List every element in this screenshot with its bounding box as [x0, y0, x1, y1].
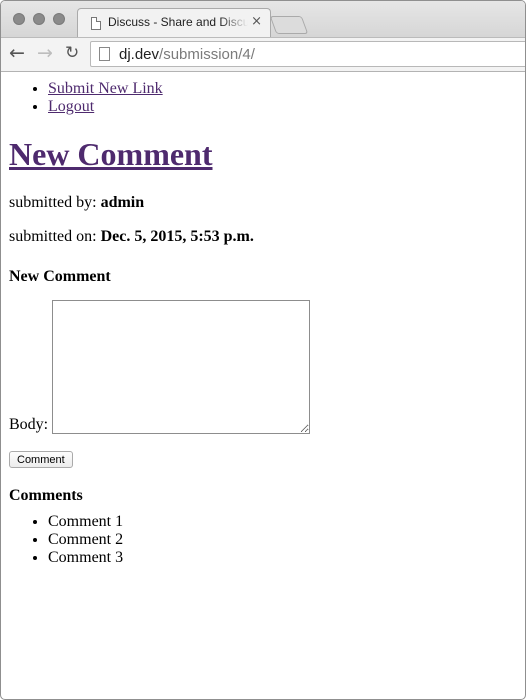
- page-content: Submit New Link Logout New Comment submi…: [1, 80, 525, 567]
- new-comment-heading: New Comment: [9, 268, 111, 285]
- submitted-on-value: Dec. 5, 2015, 5:53 p.m.: [100, 228, 254, 245]
- address-bar[interactable]: dj.dev/submission/4/: [90, 41, 525, 67]
- browser-toolbar: ← → ↻ dj.dev/submission/4/: [1, 37, 525, 72]
- body-label: Body:: [9, 416, 49, 433]
- submitted-by-value: admin: [100, 194, 145, 211]
- close-tab-icon[interactable]: ×: [251, 14, 262, 29]
- submit-new-link[interactable]: Submit New Link: [48, 80, 163, 97]
- body-field-row: Body:: [9, 300, 517, 434]
- close-window-button[interactable]: [13, 13, 25, 25]
- title-bar: Discuss - Share and Discuss ×: [1, 1, 525, 37]
- new-tab-button[interactable]: [269, 16, 309, 34]
- tab-title: Discuss - Share and Discuss: [108, 15, 248, 29]
- comment-item: Comment 3: [48, 549, 517, 567]
- comment-form: Body: Comment: [9, 300, 517, 468]
- url-host: dj.dev: [119, 46, 160, 63]
- page-title-link[interactable]: New Comment: [9, 136, 213, 172]
- browser-tab[interactable]: Discuss - Share and Discuss ×: [77, 8, 271, 37]
- submitted-on-label: submitted on:: [9, 228, 97, 245]
- page-icon: [99, 47, 110, 61]
- submitted-by-label: submitted by:: [9, 194, 97, 211]
- comment-button[interactable]: Comment: [9, 451, 73, 468]
- url-path: /submission/4/: [159, 46, 255, 63]
- zoom-window-button[interactable]: [53, 13, 65, 25]
- submitted-on: submitted on: Dec. 5, 2015, 5:53 p.m.: [9, 228, 517, 246]
- page-title: New Comment: [9, 136, 517, 173]
- body-textarea[interactable]: [52, 300, 311, 434]
- comments-heading: Comments: [9, 487, 83, 504]
- browser-window: Discuss - Share and Discuss × ← → ↻ dj.d…: [0, 0, 526, 700]
- submitted-by: submitted by: admin: [9, 194, 517, 212]
- comment-item: Comment 2: [48, 531, 517, 549]
- nav-item: Submit New Link: [48, 80, 517, 98]
- nav-list: Submit New Link Logout: [9, 80, 517, 116]
- comment-item: Comment 1: [48, 513, 517, 531]
- nav-item: Logout: [48, 98, 517, 116]
- comments-list: Comment 1 Comment 2 Comment 3: [9, 513, 517, 567]
- back-icon[interactable]: ←: [9, 43, 25, 63]
- forward-icon[interactable]: →: [37, 43, 53, 63]
- url-text: dj.dev/submission/4/: [119, 46, 255, 63]
- minimize-window-button[interactable]: [33, 13, 45, 25]
- page-icon: [91, 17, 101, 30]
- reload-icon[interactable]: ↻: [65, 43, 79, 63]
- logout-link[interactable]: Logout: [48, 98, 94, 115]
